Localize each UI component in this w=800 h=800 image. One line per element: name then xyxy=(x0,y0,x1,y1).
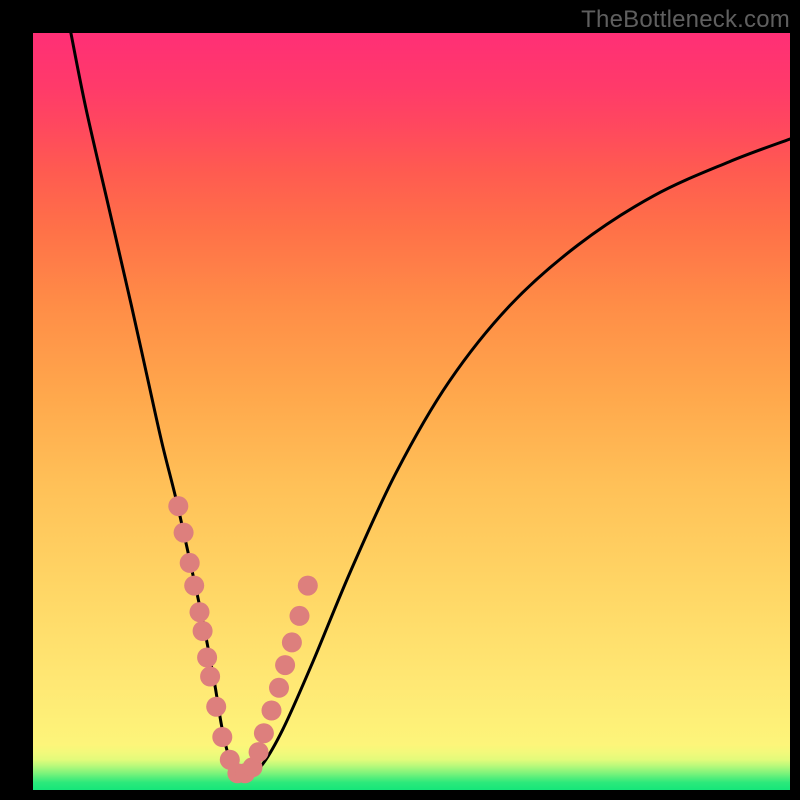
marker-dot xyxy=(168,496,188,516)
marker-dot xyxy=(206,697,226,717)
marker-dot xyxy=(254,723,274,743)
bottleneck-curve xyxy=(71,33,790,775)
marker-dot xyxy=(180,553,200,573)
watermark-text: TheBottleneck.com xyxy=(581,6,790,34)
marker-group xyxy=(168,496,317,783)
marker-dot xyxy=(275,655,295,675)
outer-frame: TheBottleneck.com xyxy=(0,0,800,800)
marker-dot xyxy=(184,576,204,596)
marker-dot xyxy=(269,678,289,698)
marker-dot xyxy=(200,667,220,687)
marker-dot xyxy=(298,576,318,596)
marker-dot xyxy=(190,602,210,622)
marker-dot xyxy=(197,648,217,668)
plot-area xyxy=(33,33,790,790)
marker-dot xyxy=(193,621,213,641)
marker-dot xyxy=(262,701,282,721)
marker-dot xyxy=(174,523,194,543)
marker-dot xyxy=(212,727,232,747)
marker-dot xyxy=(282,632,302,652)
marker-dot xyxy=(290,606,310,626)
chart-svg xyxy=(33,33,790,790)
marker-dot xyxy=(249,742,269,762)
